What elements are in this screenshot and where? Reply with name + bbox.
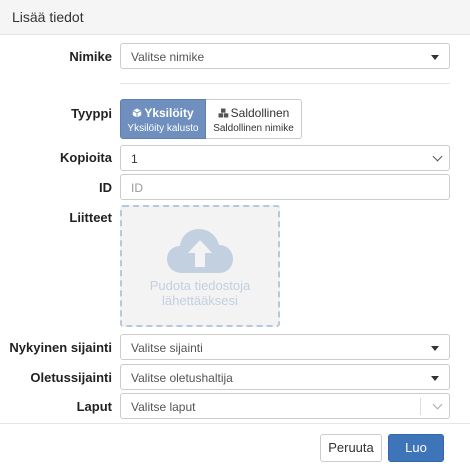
modal-title: Lisää tiedot [12,9,84,25]
form-divider [120,83,450,84]
laput-label: Laput [76,399,112,414]
tyyppi-option-yksiloity-title-text: Yksilöity [144,106,194,120]
caret-down-icon [431,55,439,60]
laput-separator [420,398,421,415]
caret-down-icon [431,376,439,381]
kopioita-select[interactable]: 1 [120,145,450,171]
tyyppi-option-saldollinen[interactable]: Saldollinen Saldollinen nimike [206,99,302,139]
nimike-select[interactable]: Valitse nimike [120,43,450,69]
file-dropzone[interactable]: Pudota tiedostoja lähettääksesi [120,205,280,327]
kopioita-label: Kopioita [60,150,112,165]
dropzone-text: Pudota tiedostoja lähettääksesi [149,278,251,308]
oletussijainti-select-value: Valitse oletushaltija [131,371,233,385]
nykyinen-sijainti-select-value: Valitse sijainti [131,341,203,355]
tyyppi-option-saldollinen-subtitle: Saldollinen nimike [213,123,294,134]
footer-divider [0,423,470,424]
laput-select-value: Valitse laput [131,400,196,414]
cloud-upload-icon [167,229,233,273]
tyyppi-label: Tyyppi [71,106,112,121]
tyyppi-option-yksiloity-title: Yksilöity [121,106,205,120]
tyyppi-option-yksiloity[interactable]: Yksilöity Yksilöity kalusto [120,99,206,139]
tyyppi-option-saldollinen-title-text: Saldollinen [230,106,290,120]
tyyppi-toggle: Yksilöity Yksilöity kalusto Saldollinen … [120,99,302,139]
id-label: ID [99,180,112,195]
oletussijainti-select[interactable]: Valitse oletushaltija [120,364,450,390]
laput-select[interactable]: Valitse laput [120,393,450,419]
cancel-button[interactable]: Peruuta [320,434,382,462]
nimike-select-value: Valitse nimike [131,50,205,64]
oletussijainti-label: Oletussijainti [30,370,112,385]
caret-down-icon [431,346,439,351]
nykyinen-sijainti-label: Nykyinen sijainti [9,340,112,355]
chevron-down-icon [432,151,443,162]
kopioita-select-value: 1 [131,152,138,166]
tyyppi-option-saldollinen-title: Saldollinen [206,106,301,120]
nykyinen-sijainti-select[interactable]: Valitse sijainti [120,334,450,360]
cubes-icon [218,108,228,118]
modal-header: Lisää tiedot [0,0,470,35]
create-button[interactable]: Luo [388,434,444,462]
tyyppi-option-yksiloity-subtitle: Yksilöity kalusto [127,123,199,134]
cube-icon [132,108,142,118]
chevron-down-icon [432,399,443,410]
liitteet-label: Liitteet [69,210,112,225]
id-input[interactable]: ID [120,174,450,200]
nimike-label: Nimike [69,49,112,64]
id-input-placeholder: ID [131,181,143,195]
